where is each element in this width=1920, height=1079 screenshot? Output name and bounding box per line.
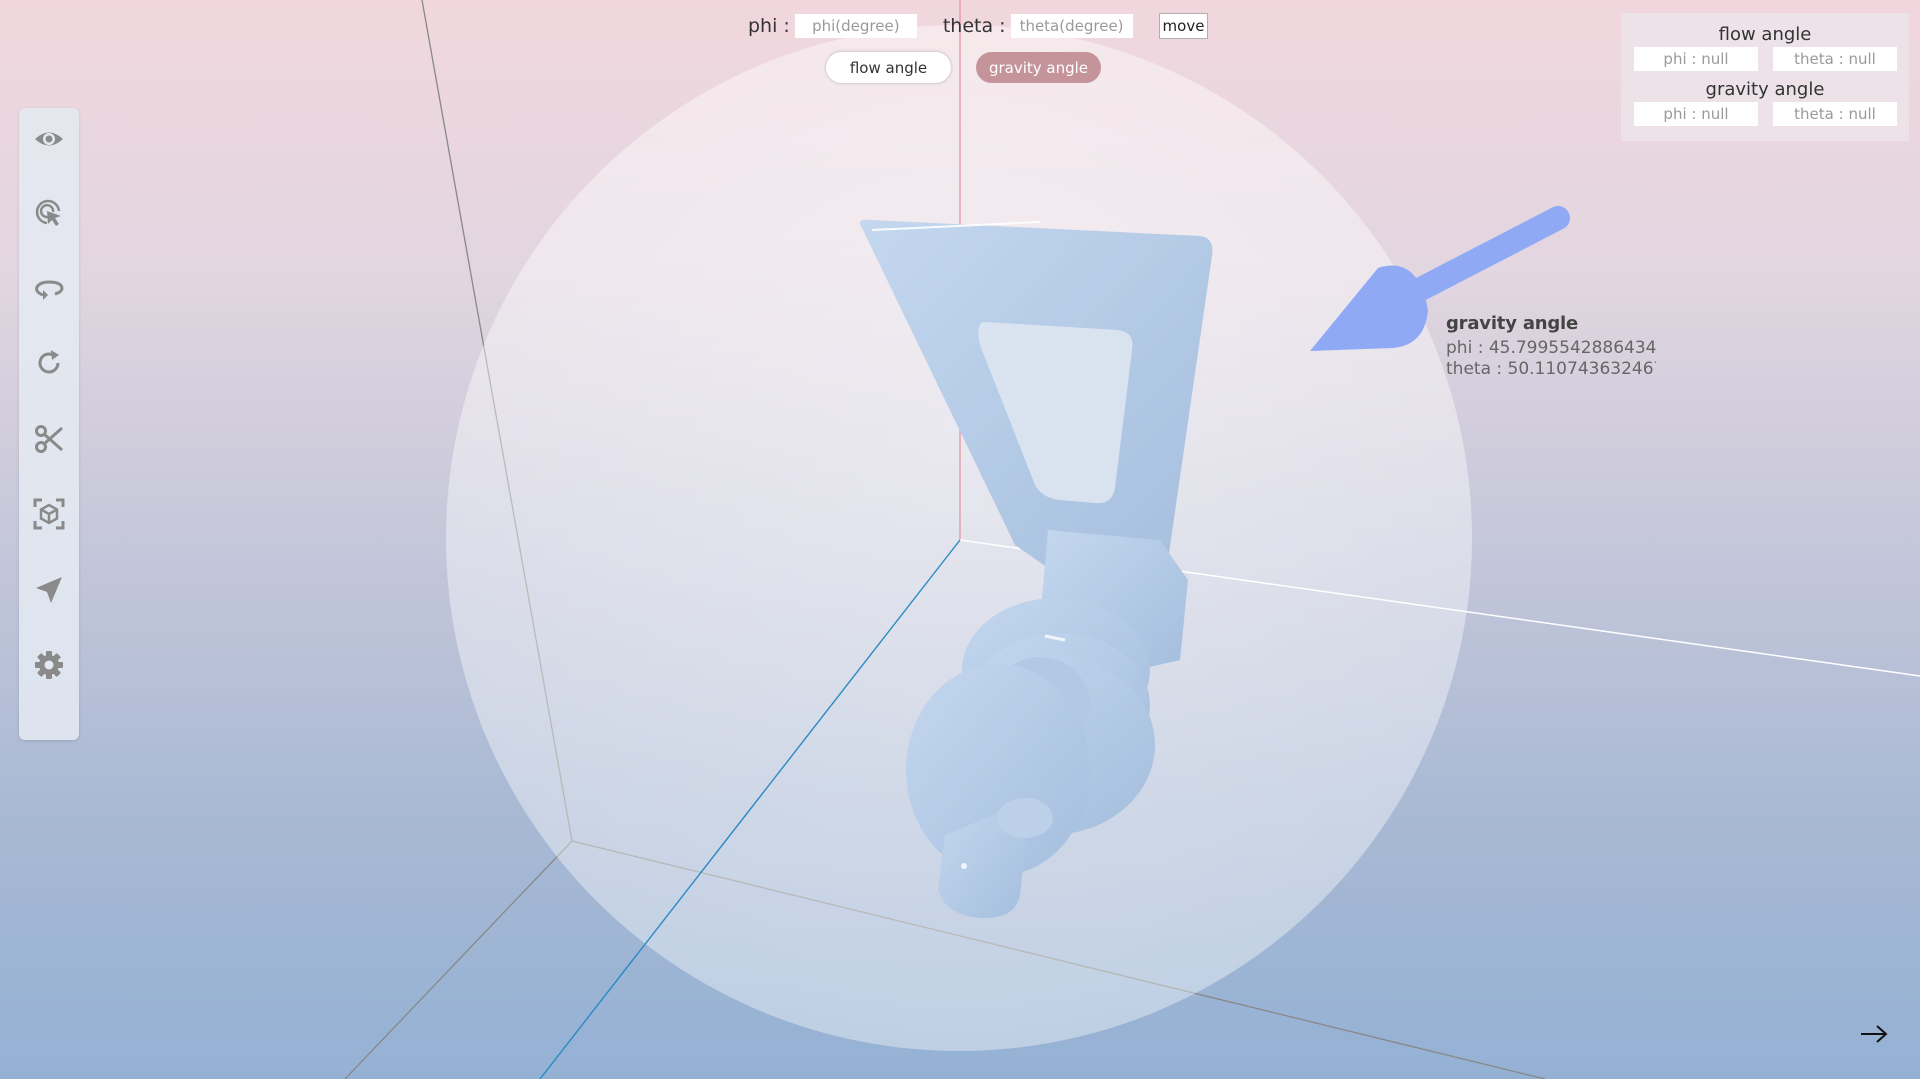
select-tool-button[interactable] [33,197,65,229]
eye-icon [35,132,63,146]
gravity-readout-theta: theta : 50.11074363246724 [1446,359,1656,379]
theta-input[interactable] [1010,14,1133,38]
gravity-angle-button[interactable]: gravity angle [976,52,1101,83]
send-arrow-icon [36,577,62,603]
cut-tool-button[interactable] [33,423,65,455]
orbit-rotate-icon [35,280,64,300]
flow-theta-value: theta : null [1773,47,1897,71]
theta-label: theta : [942,15,1006,37]
gravity-readout-phi: phi : 45.79955428864347 [1446,338,1656,358]
left-toolbar [19,108,79,740]
settings-button[interactable] [33,649,65,681]
send-button[interactable] [33,574,65,606]
orbit-tool-button[interactable] [33,273,65,305]
focus-cube-icon [33,498,65,530]
flow-angle-title: flow angle [1718,24,1812,45]
angle-info-panel: flow angle phi : null theta : null gravi… [1621,13,1909,141]
reset-view-button[interactable] [33,347,65,379]
gravity-angle-readout: gravity angle phi : 45.79955428864347 th… [1446,313,1656,379]
angle-mode-toggle: flow angle gravity angle [826,52,1101,83]
pointer-click-icon [35,199,61,226]
flow-phi-value: phi : null [1634,47,1758,71]
move-button[interactable]: move [1158,13,1209,39]
arrow-right-icon[interactable] [1858,1020,1890,1048]
gravity-phi-value: phi : null [1634,102,1758,126]
gravity-theta-value: theta : null [1773,102,1897,126]
scissors-icon [35,425,63,453]
refresh-icon [38,350,60,374]
view-tool-button[interactable] [33,123,65,155]
phi-input[interactable] [794,14,917,38]
gravity-readout-title: gravity angle [1446,313,1579,334]
angle-input-bar: phi : theta : move [748,12,1209,40]
flow-angle-button[interactable]: flow angle [826,52,951,83]
viewport-3d[interactable] [0,0,1920,1079]
focus-object-button[interactable] [33,498,65,530]
gear-icon [35,651,63,679]
phi-label: phi : [748,15,790,37]
gravity-angle-title: gravity angle [1705,79,1825,100]
